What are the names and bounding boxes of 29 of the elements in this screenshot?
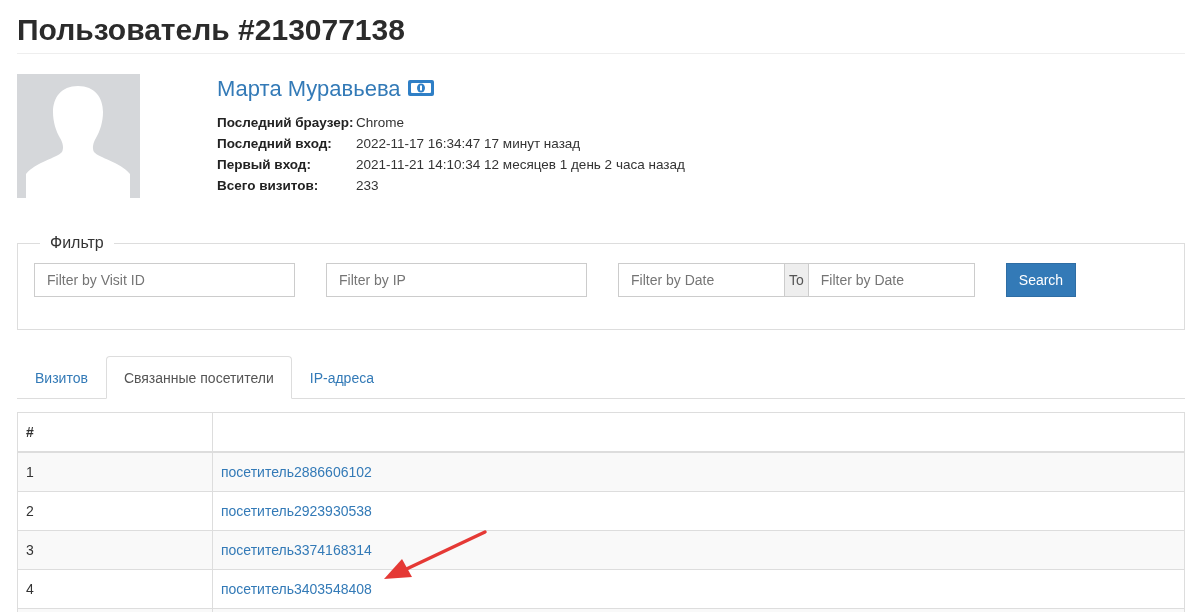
tab[interactable]: Связанные посетители <box>105 356 292 399</box>
filter-legend: Фильтр <box>40 234 114 252</box>
ip-field[interactable]: Filter by IP <box>326 263 587 297</box>
row-number: 1 <box>17 452 213 492</box>
tab[interactable]: Визитов <box>17 356 106 399</box>
detail-value: 2022-11-17 16:34:47 17 минут назад <box>356 135 582 152</box>
visit-id-field[interactable]: Filter by Visit ID <box>34 263 295 297</box>
search-button[interactable]: Search <box>1005 263 1077 297</box>
row-number: 4 <box>17 569 213 609</box>
detail-label: Последний вход: <box>217 135 333 152</box>
detail-label: Всего визитов: <box>217 177 320 194</box>
detail-label: Первый вход: <box>217 156 312 173</box>
date-from-field[interactable]: Filter by Date <box>618 263 785 297</box>
detail-label: Последний браузер: <box>217 114 355 131</box>
visitor-link[interactable]: посетитель2886606102 <box>221 464 372 480</box>
visitor-link[interactable]: посетитель3403548408 <box>221 581 372 597</box>
detail-value: Chrome <box>356 114 405 131</box>
visitor-link[interactable]: посетитель3374168314 <box>221 542 372 558</box>
range-separator: To <box>785 263 808 297</box>
date-to-field[interactable]: Filter by Date <box>807 263 975 297</box>
page-title: Пользователь #213077138 <box>17 12 405 48</box>
detail-value: 2021-11-21 14:10:34 12 месяцев 1 день 2 часа назад <box>356 156 685 173</box>
visitor-link[interactable]: посетитель2923930538 <box>221 503 372 519</box>
banknote-icon <box>406 79 435 97</box>
tab[interactable]: IP-адреса <box>291 356 392 399</box>
detail-value: 233 <box>356 177 380 194</box>
user-name-link[interactable]: Марта Муравьева <box>217 76 401 102</box>
row-number: 2 <box>17 491 213 531</box>
row-number: 3 <box>17 530 213 570</box>
